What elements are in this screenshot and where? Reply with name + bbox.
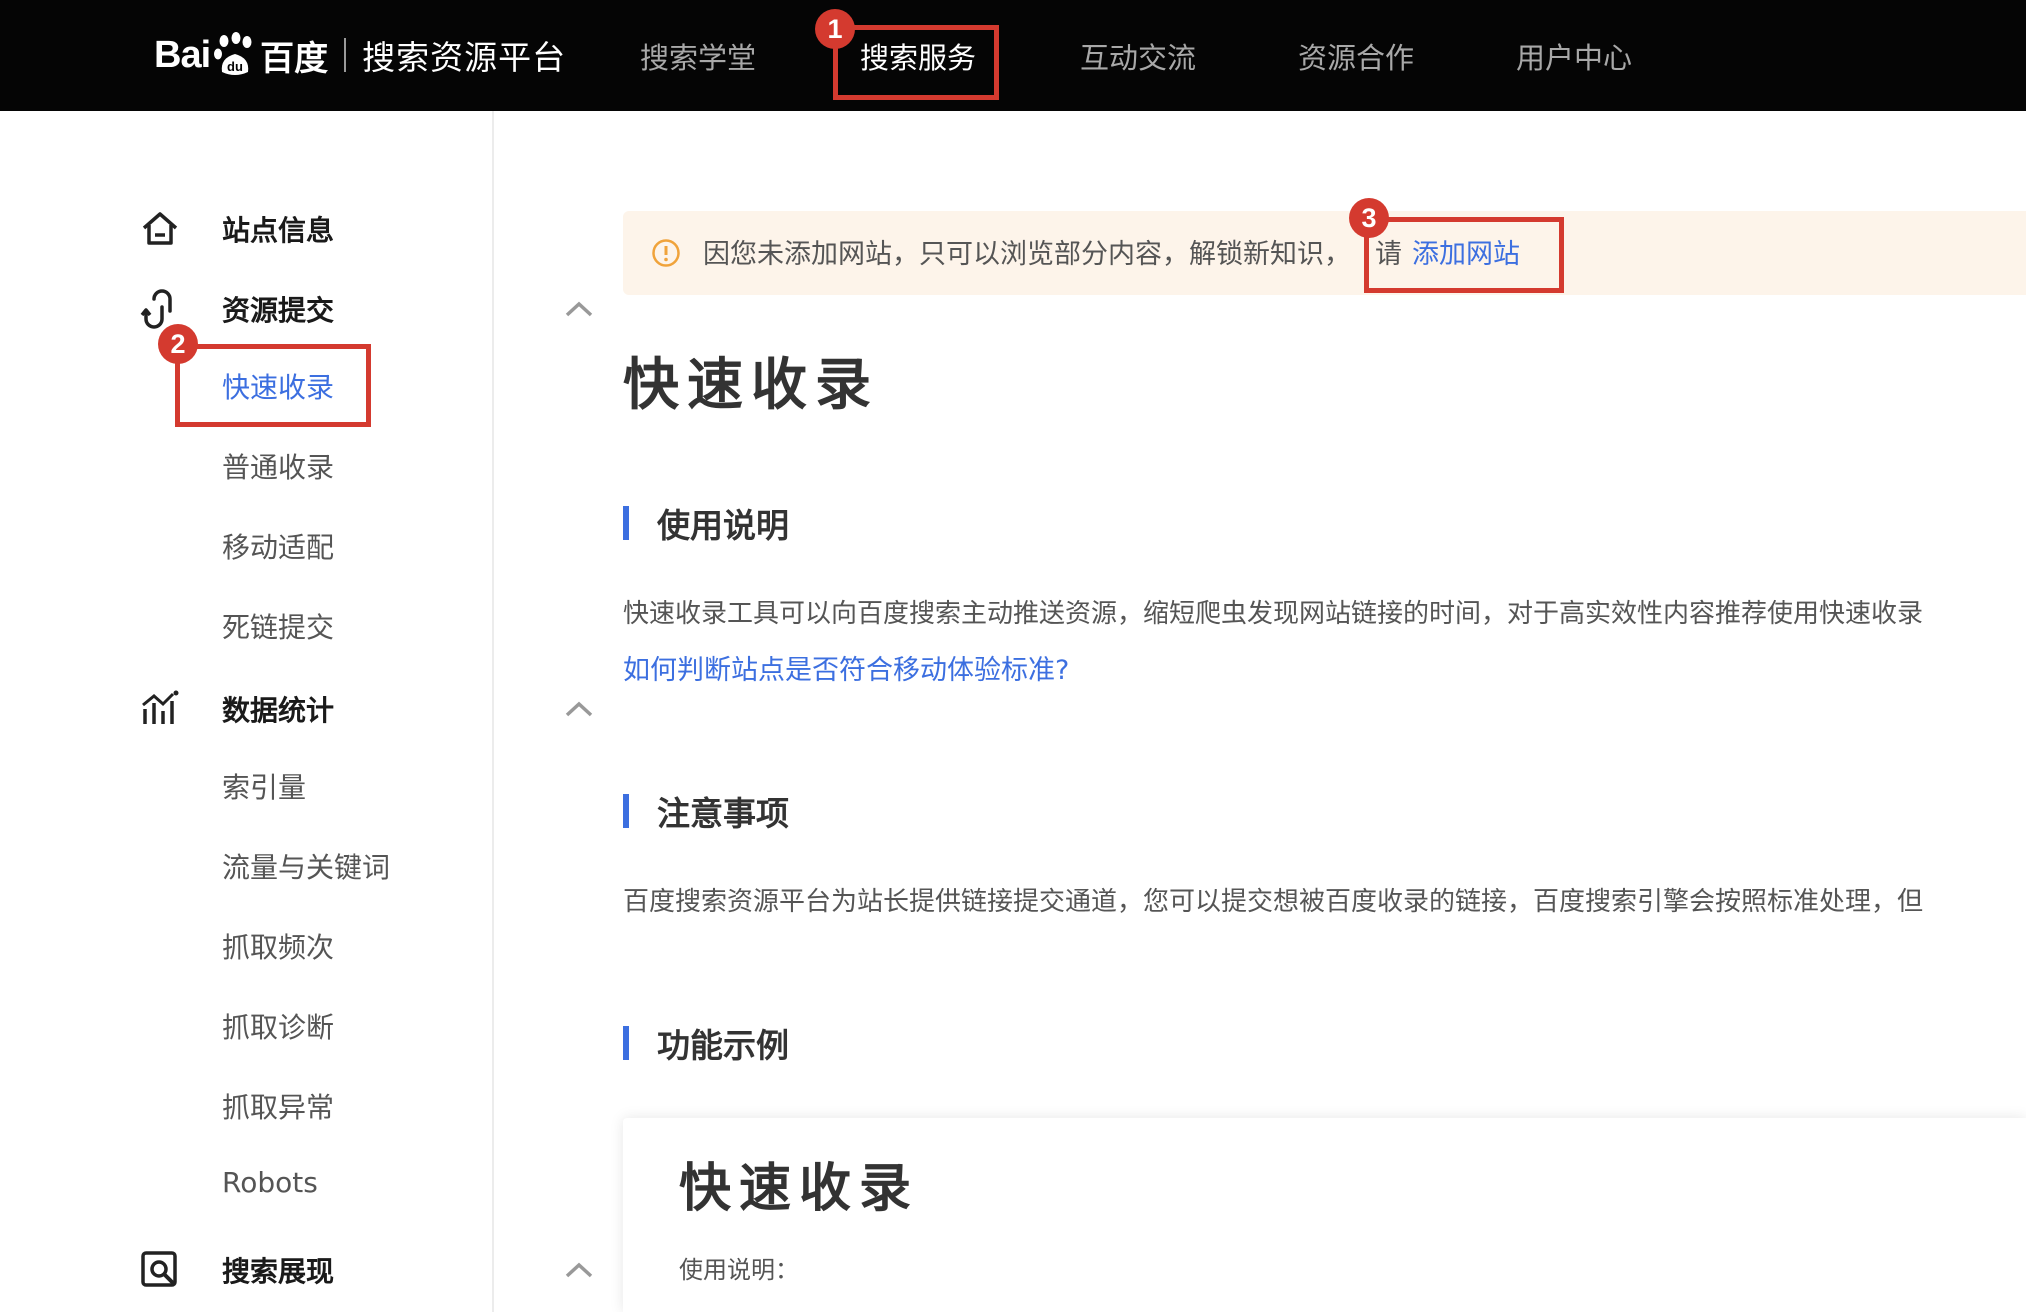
baidu-logo[interactable]: Bai du 百度 搜索资源平台	[154, 20, 566, 90]
page-title: 快速收录	[623, 353, 879, 418]
sidebar: 站点信息 资源提交 快速收录 普通收录 移动适配 死链提交 数据统计 索引量 流	[0, 111, 593, 1312]
sidebar-item-robots[interactable]: Robots	[222, 1166, 318, 1199]
chevron-up-icon[interactable]	[564, 699, 594, 719]
notes-description: 百度搜索资源平台为站长提供链接提交通道，您可以提交想被百度收录的链接，百度搜索引…	[623, 887, 1924, 917]
heading-text: 功能示例	[657, 1026, 789, 1065]
sidebar-section-search-display[interactable]: 搜索展现	[140, 1245, 593, 1295]
sidebar-item-normal-index[interactable]: 普通收录	[222, 446, 334, 486]
mobile-standard-link[interactable]: 如何判断站点是否符合移动体验标准?	[623, 648, 1069, 687]
nav-search-academy[interactable]: 搜索学堂	[640, 0, 756, 111]
platform-name: 搜索资源平台	[362, 38, 567, 77]
sidebar-section-site-info[interactable]: 站点信息	[140, 204, 334, 254]
section-heading-usage: 使用说明	[623, 503, 789, 545]
link-submit-icon	[140, 289, 172, 329]
section-heading-example: 功能示例	[623, 1023, 789, 1065]
chevron-up-icon[interactable]	[564, 299, 594, 319]
chevron-up-icon[interactable]	[564, 1260, 594, 1280]
search-display-icon	[141, 1251, 177, 1287]
sidebar-section-label: 数据统计	[222, 694, 335, 727]
heading-text: 使用说明	[657, 506, 789, 545]
section-heading-notes: 注意事项	[623, 791, 789, 833]
annotation-badge-2: 2	[158, 324, 198, 364]
sidebar-item-crawl-errors[interactable]: 抓取异常	[222, 1086, 334, 1126]
notice-text: 因您未添加网站，只可以浏览部分内容，解锁新知识，	[703, 239, 1351, 270]
annotation-badge-1: 1	[815, 9, 855, 49]
sidebar-item-mobile-adapt[interactable]: 移动适配	[222, 526, 334, 566]
logo-text: Bai	[154, 33, 211, 76]
sidebar-section-label: 搜索展现	[222, 1255, 335, 1288]
sidebar-section-label: 资源提交	[222, 294, 335, 327]
sidebar-item-crawl-frequency[interactable]: 抓取频次	[222, 926, 334, 966]
sidebar-item-traffic-keywords[interactable]: 流量与关键词	[222, 846, 390, 886]
warning-icon	[652, 239, 680, 267]
sidebar-item-index-volume[interactable]: 索引量	[222, 766, 306, 806]
card-title: 快速收录	[679, 1159, 920, 1219]
heading-text: 注意事项	[657, 794, 789, 833]
annotation-box-1	[833, 25, 999, 100]
sidebar-item-crawl-diagnosis[interactable]: 抓取诊断	[222, 1006, 334, 1046]
svg-text:du: du	[227, 59, 243, 74]
home-icon	[142, 212, 178, 245]
sidebar-section-data-stats[interactable]: 数据统计	[140, 684, 593, 734]
annotation-badge-3: 3	[1349, 198, 1389, 238]
top-nav-bar: Bai du 百度 搜索资源平台 搜索学堂 搜索服务 互动交流 资源合作 用户中…	[0, 0, 2026, 111]
notice-banner: 因您未添加网站，只可以浏览部分内容，解锁新知识， 请 添加网站	[623, 211, 2026, 295]
nav-interaction[interactable]: 互动交流	[1080, 0, 1196, 111]
usage-description: 快速收录工具可以向百度搜索主动推送资源，缩短爬虫发现网站链接的时间，对于高实效性…	[623, 599, 1924, 629]
card-subtitle: 使用说明：	[679, 1256, 799, 1284]
example-preview-card: 快速收录 使用说明：	[623, 1118, 2026, 1312]
sidebar-section-label: 站点信息	[222, 214, 335, 247]
logo-text-cn: 百度	[260, 38, 329, 79]
sidebar-item-deadlink-submit[interactable]: 死链提交	[222, 606, 334, 646]
annotation-box-3	[1364, 217, 1564, 293]
heading-accent-bar	[623, 794, 629, 828]
nav-resource-cooperation[interactable]: 资源合作	[1298, 0, 1414, 111]
nav-user-center[interactable]: 用户中心	[1516, 0, 1632, 111]
logo-divider	[344, 38, 347, 72]
baidu-paw-icon: du	[212, 32, 258, 78]
heading-accent-bar	[623, 1026, 629, 1060]
heading-accent-bar	[623, 506, 629, 540]
annotation-box-2	[175, 344, 371, 427]
chart-icon	[142, 690, 179, 724]
